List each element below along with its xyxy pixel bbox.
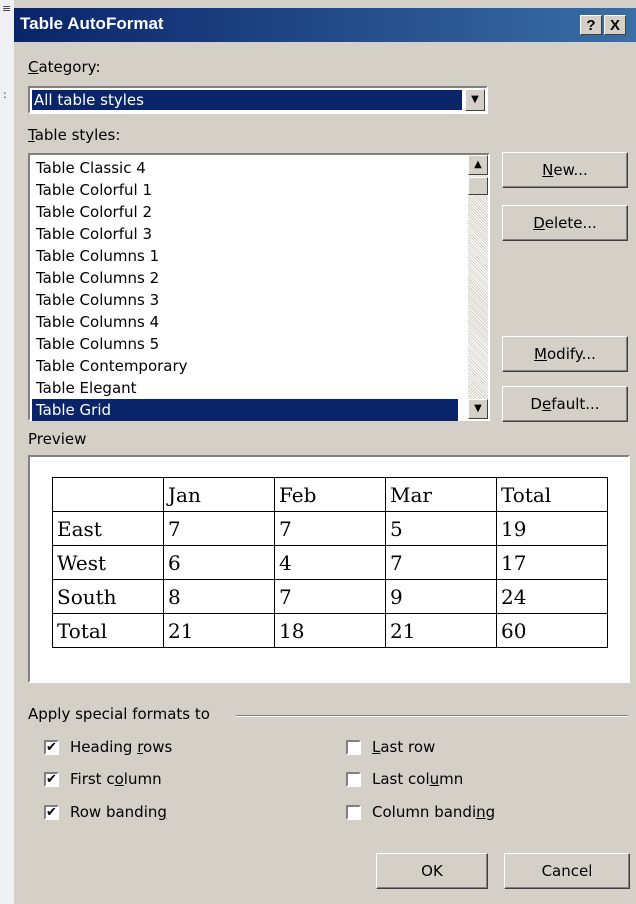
preview-table: Jan Feb Mar Total East 7 7 5 19 West 6 4… xyxy=(52,477,608,648)
preview-header-cell: Jan xyxy=(163,477,275,512)
background-window-strip: ≡ : xyxy=(0,0,14,904)
default-button[interactable]: Default... xyxy=(502,386,628,422)
table-styles-list[interactable]: Table Classic 4 Table Colorful 1 Table Col… xyxy=(28,153,490,421)
preview-row: East 7 7 5 19 xyxy=(52,511,608,546)
modify-button[interactable]: Modify... xyxy=(502,336,628,372)
table-styles-items: Table Classic 4 Table Colorful 1 Table Col… xyxy=(32,157,458,421)
preview-header-row: Jan Feb Mar Total xyxy=(52,477,608,512)
scroll-thumb[interactable] xyxy=(468,177,488,195)
last-column-checkbox[interactable] xyxy=(346,772,361,787)
category-dropdown[interactable]: All table styles ▼ xyxy=(28,86,488,114)
special-formats-label: Apply special formats to xyxy=(28,705,210,723)
list-item[interactable]: Table Colorful 1 xyxy=(32,179,458,201)
preview-cell: 18 xyxy=(274,613,386,648)
preview-cell: South xyxy=(52,579,164,614)
list-item[interactable]: Table Columns 3 xyxy=(32,289,458,311)
preview-label: Preview xyxy=(28,430,87,448)
group-divider xyxy=(236,715,628,717)
preview-cell: 7 xyxy=(274,579,386,614)
list-item[interactable]: Table Contemporary xyxy=(32,355,458,377)
cancel-button[interactable]: Cancel xyxy=(504,853,630,889)
heading-rows-label[interactable]: Heading rows xyxy=(70,738,172,756)
preview-cell: 5 xyxy=(385,511,497,546)
preview-cell: Total xyxy=(52,613,164,648)
row-banding-checkbox[interactable]: ✔ xyxy=(44,805,59,820)
new-button[interactable]: New... xyxy=(502,152,628,188)
last-column-label[interactable]: Last column xyxy=(372,770,463,788)
preview-row: Total 21 18 21 60 xyxy=(52,613,608,648)
title-bar: Table AutoFormat ? X xyxy=(14,8,636,42)
category-value: All table styles xyxy=(32,90,462,110)
scroll-up-icon[interactable]: ▲ xyxy=(468,155,488,175)
first-column-label[interactable]: First column xyxy=(70,770,162,788)
list-item[interactable]: Table Columns 5 xyxy=(32,333,458,355)
preview-cell: 24 xyxy=(496,579,608,614)
preview-cell: West xyxy=(52,545,164,580)
last-row-checkbox[interactable] xyxy=(346,740,361,755)
column-banding-checkbox[interactable] xyxy=(346,805,361,820)
close-button[interactable]: X xyxy=(604,15,626,35)
table-autoformat-dialog: Table AutoFormat ? X Category: All table… xyxy=(14,0,636,904)
heading-rows-checkbox[interactable]: ✔ xyxy=(44,740,59,755)
preview-header-cell xyxy=(52,477,164,512)
list-item[interactable]: Table Columns 1 xyxy=(32,245,458,267)
preview-cell: 6 xyxy=(163,545,275,580)
last-row-label[interactable]: Last row xyxy=(372,738,435,756)
list-item[interactable]: Table Classic 4 xyxy=(32,157,458,179)
table-styles-label: Table styles: xyxy=(28,126,121,144)
row-banding-label[interactable]: Row banding xyxy=(70,803,167,821)
first-column-checkbox[interactable]: ✔ xyxy=(44,772,59,787)
preview-cell: 7 xyxy=(163,511,275,546)
preview-cell: 60 xyxy=(496,613,608,648)
preview-cell: 8 xyxy=(163,579,275,614)
list-item[interactable]: Table Colorful 3 xyxy=(32,223,458,245)
preview-header-cell: Total xyxy=(496,477,608,512)
preview-cell: 19 xyxy=(496,511,608,546)
column-banding-label[interactable]: Column banding xyxy=(372,803,495,821)
preview-cell: 7 xyxy=(385,545,497,580)
delete-button[interactable]: Delete... xyxy=(502,205,628,241)
list-item[interactable]: Table Columns 4 xyxy=(32,311,458,333)
list-item[interactable]: Table Elegant xyxy=(32,377,458,399)
window-title: Table AutoFormat xyxy=(20,14,164,33)
preview-cell: 17 xyxy=(496,545,608,580)
help-button[interactable]: ? xyxy=(580,15,602,35)
category-label: Category: xyxy=(28,58,101,76)
preview-cell: East xyxy=(52,511,164,546)
preview-row: South 8 7 9 24 xyxy=(52,579,608,614)
list-scrollbar[interactable]: ▲ ▼ xyxy=(468,155,488,419)
preview-cell: 9 xyxy=(385,579,497,614)
preview-cell: 7 xyxy=(274,511,386,546)
preview-cell: 21 xyxy=(163,613,275,648)
dropdown-arrow-icon[interactable]: ▼ xyxy=(465,89,485,111)
ok-button[interactable]: OK xyxy=(376,853,488,889)
preview-header-cell: Feb xyxy=(274,477,386,512)
scroll-down-icon[interactable]: ▼ xyxy=(468,399,488,419)
list-item[interactable]: Table Colorful 2 xyxy=(32,201,458,223)
list-item[interactable]: Table Columns 2 xyxy=(32,267,458,289)
preview-cell: 21 xyxy=(385,613,497,648)
preview-row: West 6 4 7 17 xyxy=(52,545,608,580)
preview-cell: 4 xyxy=(274,545,386,580)
preview-pane: Jan Feb Mar Total East 7 7 5 19 West 6 4… xyxy=(28,455,630,683)
preview-header-cell: Mar xyxy=(385,477,497,512)
list-item[interactable]: Table Grid xyxy=(32,399,458,421)
